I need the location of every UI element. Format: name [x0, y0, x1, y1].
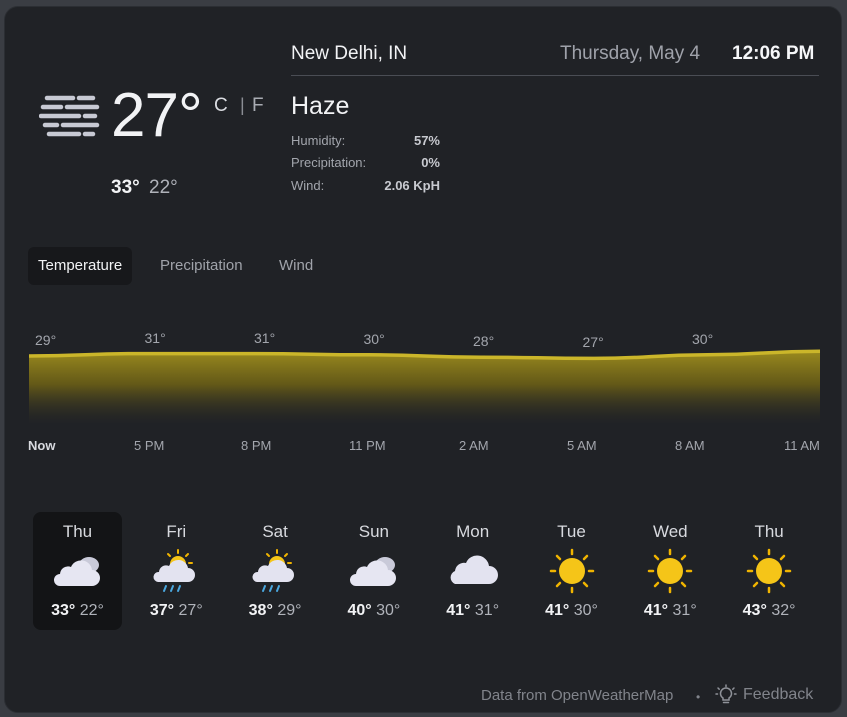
- forecast-day-name: Thu: [62, 522, 93, 541]
- forecast-day-name: Sat: [262, 522, 288, 541]
- forecast-day[interactable]: Fri 37° 27°: [132, 512, 221, 630]
- wind-value: 2.06 KpH: [384, 178, 440, 193]
- cloud-icon: [445, 548, 501, 594]
- tab-precipitation[interactable]: Precipitation: [150, 247, 253, 285]
- forecast-day-name: Tue: [557, 522, 586, 541]
- hour-label: 2 AM: [459, 438, 489, 453]
- forecast-day[interactable]: Sun 40° 30°: [329, 512, 418, 630]
- forecast-temps: 41° 31°: [643, 602, 697, 619]
- hour-label: 5 AM: [567, 438, 597, 453]
- hour-label: 11 AM: [784, 438, 820, 453]
- chart-point-label: 27°: [582, 334, 604, 351]
- sun-icon: [544, 548, 600, 594]
- forecast-day-name: Thu: [754, 522, 784, 541]
- forecast-temps: 41° 30°: [545, 602, 598, 619]
- tab-wind[interactable]: Wind: [269, 247, 323, 285]
- hour-label: 5 PM: [134, 438, 165, 453]
- unit-fahrenheit-toggle[interactable]: F: [252, 95, 264, 117]
- lightbulb-icon[interactable]: [715, 684, 737, 706]
- cloudy-icon: [346, 548, 402, 594]
- forecast-temps: 38° 29°: [248, 602, 302, 619]
- temperature-area: [29, 351, 820, 425]
- wind-label: Wind:: [291, 178, 325, 193]
- forecast-day[interactable]: Thu 33° 22°: [33, 512, 122, 630]
- forecast-day[interactable]: Wed 41° 31°: [626, 512, 715, 630]
- sun-icon: [642, 548, 698, 594]
- chart-point-label: 30°: [363, 330, 385, 347]
- today-low: 22°: [149, 177, 178, 198]
- precipitation-value: 0%: [421, 155, 440, 170]
- unit-separator: |: [240, 95, 245, 115]
- forecast-temps: 40° 30°: [347, 602, 401, 619]
- forecast-temps: 41° 31°: [446, 602, 500, 619]
- forecast-day[interactable]: Thu 43° 32°: [725, 512, 814, 630]
- header-divider: [291, 75, 819, 76]
- forecast-day[interactable]: Mon 41° 31°: [428, 512, 517, 630]
- current-time: 12:06 PM: [732, 43, 815, 64]
- chart-point-label: 29°: [35, 332, 57, 348]
- data-source-label: Data from OpenWeatherMap: [481, 687, 674, 704]
- forecast-temps: 37° 27°: [149, 602, 203, 619]
- current-date: Thursday, May 4: [560, 43, 701, 64]
- location-name: New Delhi, IN: [291, 43, 408, 64]
- today-high: 33°: [111, 177, 140, 198]
- hour-label: 8 AM: [675, 438, 705, 453]
- chart-point-label: 28°: [473, 333, 495, 350]
- forecast-temps: 43° 32°: [742, 602, 796, 619]
- footer-separator: •: [696, 690, 701, 704]
- forecast-day-name: Fri: [166, 522, 187, 541]
- tab-temperature[interactable]: Temperature: [28, 247, 133, 285]
- humidity-label: Humidity:: [291, 133, 346, 148]
- sun-icon: [741, 548, 797, 594]
- precipitation-label: Precipitation:: [291, 155, 367, 170]
- unit-celsius-toggle[interactable]: C: [214, 95, 228, 117]
- forecast-day[interactable]: Sat 38° 29°: [231, 512, 320, 630]
- hour-label: 11 PM: [349, 438, 386, 453]
- forecast-day-name: Sun: [358, 522, 390, 541]
- sun-rain-cloud-icon: [148, 548, 204, 594]
- forecast-day-name: Mon: [456, 522, 490, 541]
- forecast-temps: 33° 22°: [51, 602, 104, 619]
- condition-summary: Haze: [291, 92, 350, 120]
- hour-label: 8 PM: [241, 438, 272, 453]
- chart-point-label: 31°: [254, 329, 276, 346]
- haze-icon: [39, 95, 100, 137]
- chart-point-label: 31°: [144, 329, 166, 346]
- humidity-value: 57%: [413, 133, 440, 148]
- feedback-link[interactable]: Feedback: [743, 686, 813, 704]
- chart-point-label: 30°: [692, 330, 714, 347]
- sun-rain-cloud-icon: [247, 548, 303, 594]
- weather-card: 27° C | F 33° 22° New Delhi, IN Thursday…: [4, 6, 842, 713]
- cloudy-icon: [50, 548, 106, 594]
- forecast-day[interactable]: Tue 41° 30°: [527, 512, 616, 630]
- hour-label: Now: [28, 438, 56, 453]
- current-temperature: 27°: [111, 81, 203, 150]
- forecast-day-name: Wed: [652, 522, 688, 541]
